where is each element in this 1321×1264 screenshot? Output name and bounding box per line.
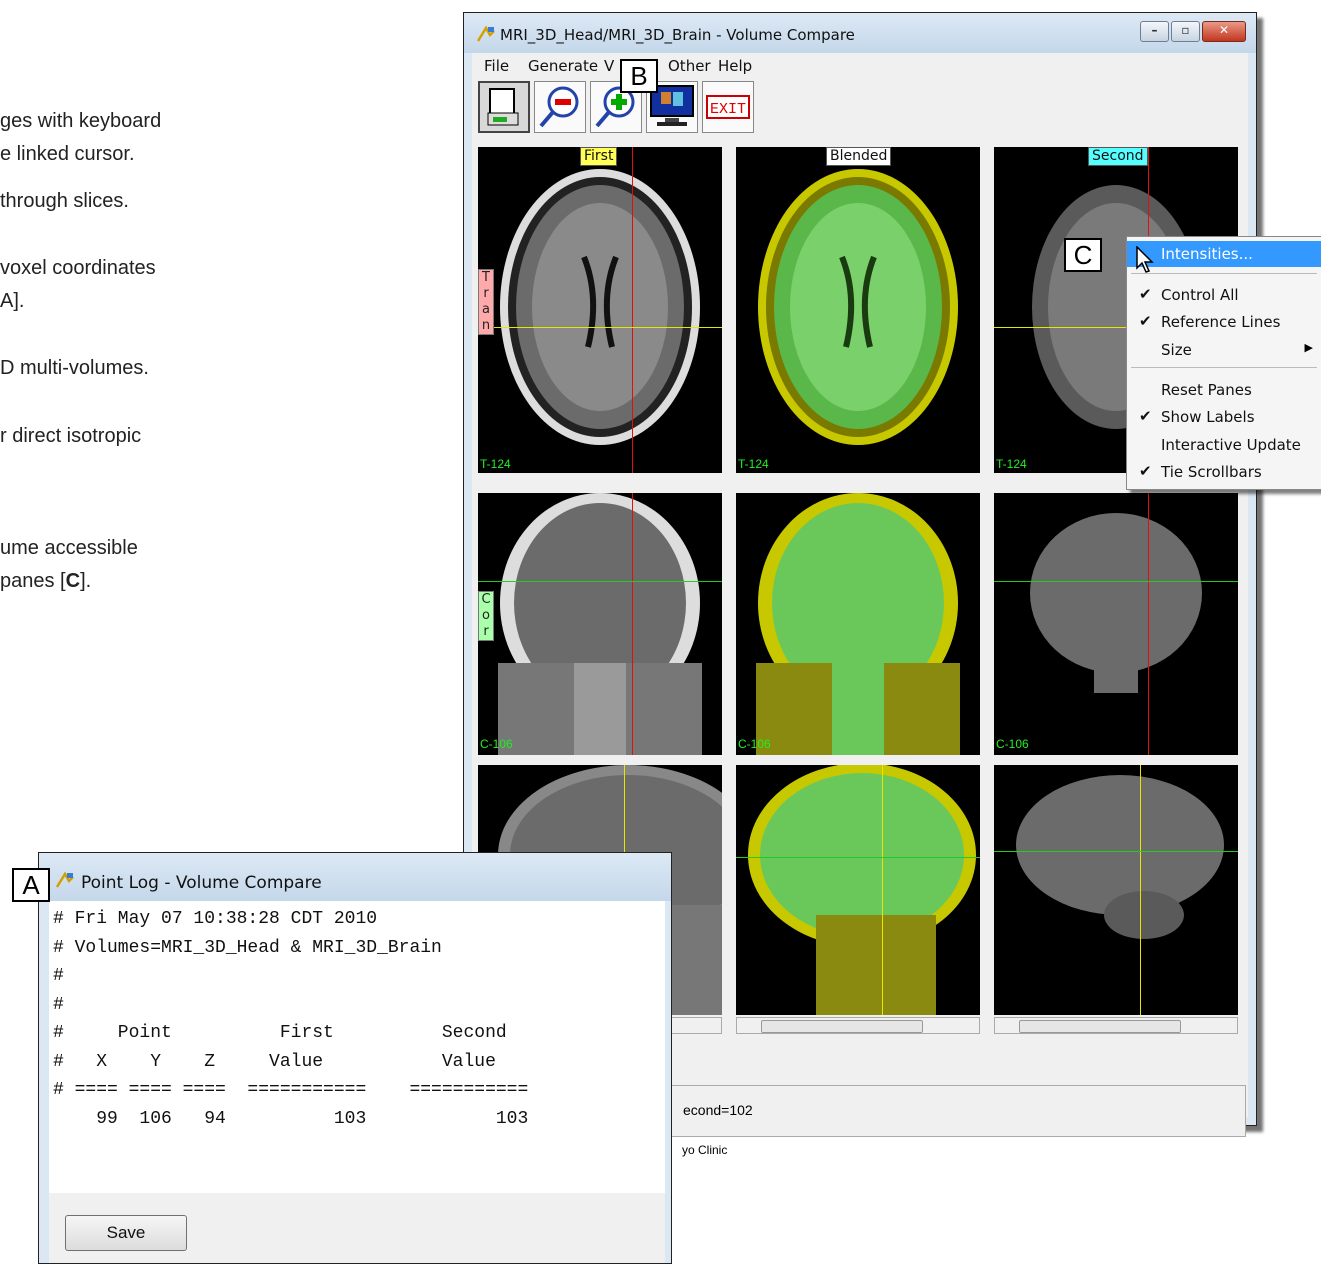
pane-blended-cor[interactable]: C-106 xyxy=(736,493,980,755)
desc-line: ges with keyboard xyxy=(0,110,162,132)
menu-separator xyxy=(1131,367,1317,368)
second-label: Second xyxy=(1088,147,1148,166)
mouse-cursor-icon xyxy=(1136,246,1154,273)
reference-line-vertical xyxy=(632,493,633,755)
point-log-window: Point Log - Volume Compare # Fri May 07 … xyxy=(38,852,672,1264)
slice-number: C-106 xyxy=(996,737,1029,751)
menu-separator xyxy=(1131,273,1317,274)
slice-number: T-124 xyxy=(480,457,511,471)
reference-line-vertical xyxy=(1140,765,1141,1015)
menu-bar: File Generate V Other Help xyxy=(472,53,1248,77)
title-bar[interactable]: Point Log - Volume Compare xyxy=(39,853,671,901)
blended-label: Blended xyxy=(826,147,892,166)
beaker-icon xyxy=(487,88,519,126)
exit-icon: EXIT xyxy=(706,95,750,119)
scrollbar-blended[interactable] xyxy=(736,1017,980,1034)
desc-line: panes [C]. xyxy=(0,570,92,592)
brain-image xyxy=(1030,513,1202,693)
log-footer: Save xyxy=(49,1193,665,1263)
menu-item-intensities[interactable]: Intensities... xyxy=(1127,241,1321,267)
desc-line: r direct isotropic xyxy=(0,425,142,447)
callout-c: C xyxy=(1064,238,1102,272)
menu-file[interactable]: File xyxy=(484,57,509,75)
slice-number: C-106 xyxy=(738,737,771,751)
reference-line-horizontal xyxy=(478,581,722,582)
window-title: MRI_3D_Head/MRI_3D_Brain - Volume Compar… xyxy=(500,26,855,44)
menu-item-reset-panes[interactable]: Reset Panes xyxy=(1127,377,1321,403)
brain-image xyxy=(756,493,960,755)
brain-image xyxy=(500,169,700,445)
reference-line-vertical xyxy=(1148,493,1149,755)
reference-line-horizontal xyxy=(994,581,1238,582)
log-client: # Fri May 07 10:38:28 CDT 2010 # Volumes… xyxy=(49,901,665,1263)
scrollbar-thumb[interactable] xyxy=(1019,1020,1181,1033)
exit-button[interactable]: EXIT xyxy=(702,81,754,133)
desc-line: ume accessible xyxy=(0,537,138,559)
app-icon xyxy=(55,871,74,888)
check-icon: ✔ xyxy=(1139,462,1152,480)
reference-line-vertical xyxy=(882,765,883,1015)
desc-line: through slices. xyxy=(0,190,129,212)
desc-line: voxel coordinates xyxy=(0,257,156,279)
scrollbar-second[interactable] xyxy=(994,1017,1238,1034)
reference-line-horizontal xyxy=(478,327,722,328)
first-label: First xyxy=(580,147,618,166)
submenu-arrow-icon: ▶ xyxy=(1304,341,1313,354)
brain-image xyxy=(498,493,702,755)
log-text: # Fri May 07 10:38:28 CDT 2010 # Volumes… xyxy=(53,909,529,1129)
menu-item-interactive-update[interactable]: Interactive Update xyxy=(1127,432,1321,458)
minimize-button[interactable]: – xyxy=(1140,21,1169,42)
menu-other[interactable]: Other xyxy=(668,57,711,75)
pane-second-sag[interactable] xyxy=(994,765,1238,1015)
reference-line-vertical xyxy=(632,147,633,473)
save-button[interactable]: Save xyxy=(65,1215,187,1251)
title-bar[interactable]: MRI_3D_Head/MRI_3D_Brain - Volume Compar… xyxy=(464,13,1256,53)
measure-tool-button[interactable] xyxy=(478,81,530,133)
pane-blended-tran[interactable]: Blended T-124 xyxy=(736,147,980,473)
menu-item-size[interactable]: Size ▶ xyxy=(1127,337,1321,363)
menu-item-show-labels[interactable]: ✔ Show Labels xyxy=(1127,404,1321,430)
check-icon: ✔ xyxy=(1139,312,1152,330)
desc-line: D multi-volumes. xyxy=(0,357,149,379)
reference-line-horizontal xyxy=(994,851,1238,852)
pane-blended-sag[interactable] xyxy=(736,765,980,1015)
brain-image xyxy=(758,169,958,445)
zoom-out-icon xyxy=(539,86,579,128)
callout-a: A xyxy=(12,868,50,902)
maximize-button[interactable]: ▫ xyxy=(1171,21,1200,42)
slice-number: T-124 xyxy=(738,457,769,471)
desc-line: e linked cursor. xyxy=(0,143,135,165)
pane-first-tran[interactable]: First T-124 xyxy=(478,147,722,473)
reference-line-horizontal xyxy=(736,857,980,858)
menu-view[interactable]: V xyxy=(604,57,614,75)
statusbar-text: yo Clinic xyxy=(682,1143,728,1157)
brain-image xyxy=(1016,775,1224,939)
check-icon: ✔ xyxy=(1139,285,1152,303)
brain-image xyxy=(748,765,976,1015)
check-icon: ✔ xyxy=(1139,407,1152,425)
menu-item-control-all[interactable]: ✔ Control All xyxy=(1127,282,1321,308)
window-title: Point Log - Volume Compare xyxy=(81,873,322,893)
slice-number: T-124 xyxy=(996,457,1027,471)
pane-second-cor[interactable]: C-106 xyxy=(994,493,1238,755)
desc-line: A]. xyxy=(0,290,25,312)
menu-generate[interactable]: Generate xyxy=(528,57,598,75)
app-icon xyxy=(476,25,495,42)
context-menu: Intensities... ✔ Control All ✔ Reference… xyxy=(1126,236,1321,490)
status-text: econd=102 xyxy=(683,1102,753,1118)
close-button[interactable]: ✕ xyxy=(1202,21,1246,42)
menu-item-reference-lines[interactable]: ✔ Reference Lines xyxy=(1127,309,1321,335)
zoom-out-button[interactable] xyxy=(534,81,586,133)
menu-item-tie-scrollbars[interactable]: ✔ Tie Scrollbars xyxy=(1127,459,1321,485)
slice-number: C-106 xyxy=(480,737,513,751)
svg-text:EXIT: EXIT xyxy=(710,101,746,118)
pane-first-cor[interactable]: C-106 xyxy=(478,493,722,755)
toolbar: EXIT xyxy=(472,79,1248,139)
callout-b: B xyxy=(620,59,658,93)
menu-help[interactable]: Help xyxy=(718,57,752,75)
row-label-cor: Cor xyxy=(478,591,494,641)
scrollbar-thumb[interactable] xyxy=(761,1020,923,1033)
row-label-tran: Tran xyxy=(478,269,494,335)
